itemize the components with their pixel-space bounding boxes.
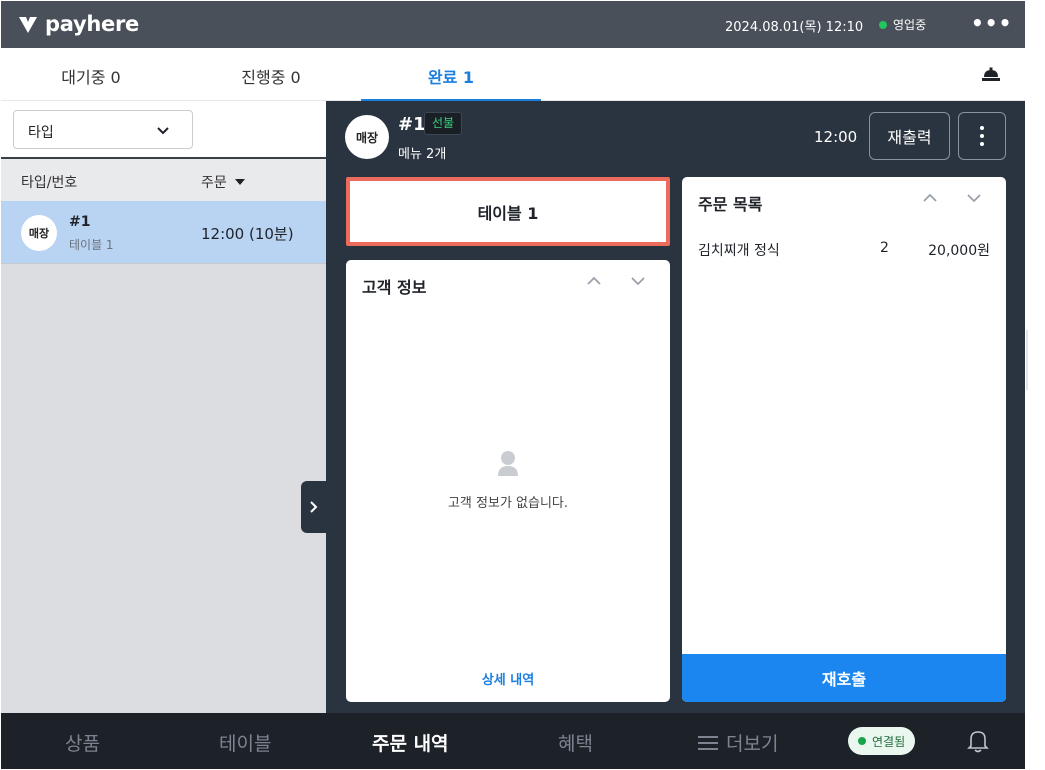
chevron-down-icon <box>156 123 170 142</box>
column-type-number: 타입/번호 <box>21 175 78 191</box>
order-type-avatar: 매장 <box>345 115 389 159</box>
order-items-title: 주문 목록 <box>698 195 763 214</box>
order-status-tabs: 대기중 0 진행중 0 완료 1 <box>1 48 1025 102</box>
more-vertical-button[interactable] <box>958 112 1006 160</box>
nav-more[interactable]: 더보기 <box>698 729 778 756</box>
current-datetime: 2024.08.01(목) 12:10 <box>725 20 864 35</box>
top-bar: payhere 2024.08.01(목) 12:10 영업중 ••• <box>1 1 1025 48</box>
recall-button[interactable]: 재호출 <box>682 654 1006 702</box>
connection-dot-icon <box>858 737 866 745</box>
tab-completed[interactable]: 완료 1 <box>361 64 541 88</box>
payhere-logo-icon <box>19 17 37 33</box>
connection-status-badge: 연결됨 <box>848 727 916 755</box>
chevron-up-icon[interactable] <box>586 276 602 286</box>
connection-label: 연결됨 <box>872 734 906 749</box>
chevron-down-icon[interactable] <box>630 276 646 286</box>
customer-info-title: 고객 정보 <box>362 278 427 297</box>
menu-count: 메뉴 2개 <box>398 147 447 162</box>
kebab-dot <box>980 126 984 130</box>
type-filter-select[interactable]: 타입 <box>13 110 193 149</box>
status-dot-icon <box>879 20 887 29</box>
app-window: payhere 2024.08.01(목) 12:10 영업중 ••• 대기중 … <box>1 1 1025 769</box>
nav-tables[interactable]: 테이블 <box>219 729 271 756</box>
order-time: 12:00 (10분) <box>201 225 294 243</box>
customer-empty-message: 고객 정보가 없습니다. <box>447 496 569 511</box>
order-list-panel: 타입 타입/번호 주문 매장 #1 테이블 1 12:00 (10분) <box>1 101 326 713</box>
list-header: 타입/번호 주문 <box>1 159 326 201</box>
card-nav <box>922 193 982 203</box>
sort-down-icon <box>234 179 245 185</box>
scrollbar[interactable] <box>1026 330 1028 390</box>
brand-name: payhere <box>45 12 139 36</box>
order-type-avatar: 매장 <box>21 215 57 251</box>
table-row[interactable]: 매장 #1 테이블 1 12:00 (10분) <box>1 201 326 264</box>
service-bell-icon[interactable] <box>981 66 1001 86</box>
notification-bell-icon[interactable] <box>967 729 989 757</box>
chevron-right-icon <box>309 501 317 513</box>
column-order-sort[interactable]: 주문 <box>201 172 245 192</box>
panel-toggle-button[interactable] <box>301 481 326 533</box>
chevron-down-icon[interactable] <box>966 193 982 203</box>
card-nav <box>586 276 646 286</box>
order-table: 테이블 1 <box>69 238 114 252</box>
more-horizontal-icon[interactable]: ••• <box>971 11 1012 35</box>
brand-logo: payhere <box>17 12 139 36</box>
user-placeholder-icon <box>496 450 520 480</box>
store-status-label: 영업중 <box>893 18 927 32</box>
reprint-button[interactable]: 재출력 <box>869 112 950 160</box>
table-label-card[interactable]: 테이블 1 <box>346 177 670 246</box>
nav-products[interactable]: 상품 <box>65 729 100 756</box>
order-detail-panel: 매장 #1 선불 메뉴 2개 12:00 재출력 테이블 1 고객 정보 고객 <box>326 101 1025 713</box>
detail-link[interactable]: 상세 내역 <box>346 669 670 688</box>
item-price: 20,000원 <box>928 243 990 259</box>
nav-benefits[interactable]: 혜택 <box>558 729 593 756</box>
kebab-dot <box>980 134 984 138</box>
bottom-navigation: 상품 테이블 주문 내역 혜택 더보기 연결됨 <box>1 713 1025 769</box>
column-order-label: 주문 <box>201 175 227 191</box>
tab-waiting[interactable]: 대기중 0 <box>1 64 181 88</box>
payment-badge: 선불 <box>424 112 463 135</box>
item-name: 김치찌개 정식 <box>698 243 780 259</box>
customer-info-card: 고객 정보 고객 정보가 없습니다. 상세 내역 <box>346 260 670 702</box>
item-quantity: 2 <box>880 240 889 256</box>
tab-in-progress[interactable]: 진행중 0 <box>181 64 361 88</box>
nav-order-history[interactable]: 주문 내역 <box>372 729 449 756</box>
type-filter-value: 타입 <box>28 125 54 141</box>
order-number: #1 <box>69 214 91 230</box>
order-time: 12:00 <box>814 128 858 146</box>
chevron-up-icon[interactable] <box>922 193 938 203</box>
hamburger-icon <box>698 735 718 750</box>
order-items-card: 주문 목록 김치찌개 정식 2 20,000원 재호출 <box>682 177 1006 702</box>
nav-more-label: 더보기 <box>726 733 779 755</box>
store-status: 영업중 <box>879 16 926 33</box>
kebab-dot <box>980 142 984 146</box>
order-number: #1 <box>398 114 426 135</box>
filter-area: 타입 <box>1 101 326 159</box>
